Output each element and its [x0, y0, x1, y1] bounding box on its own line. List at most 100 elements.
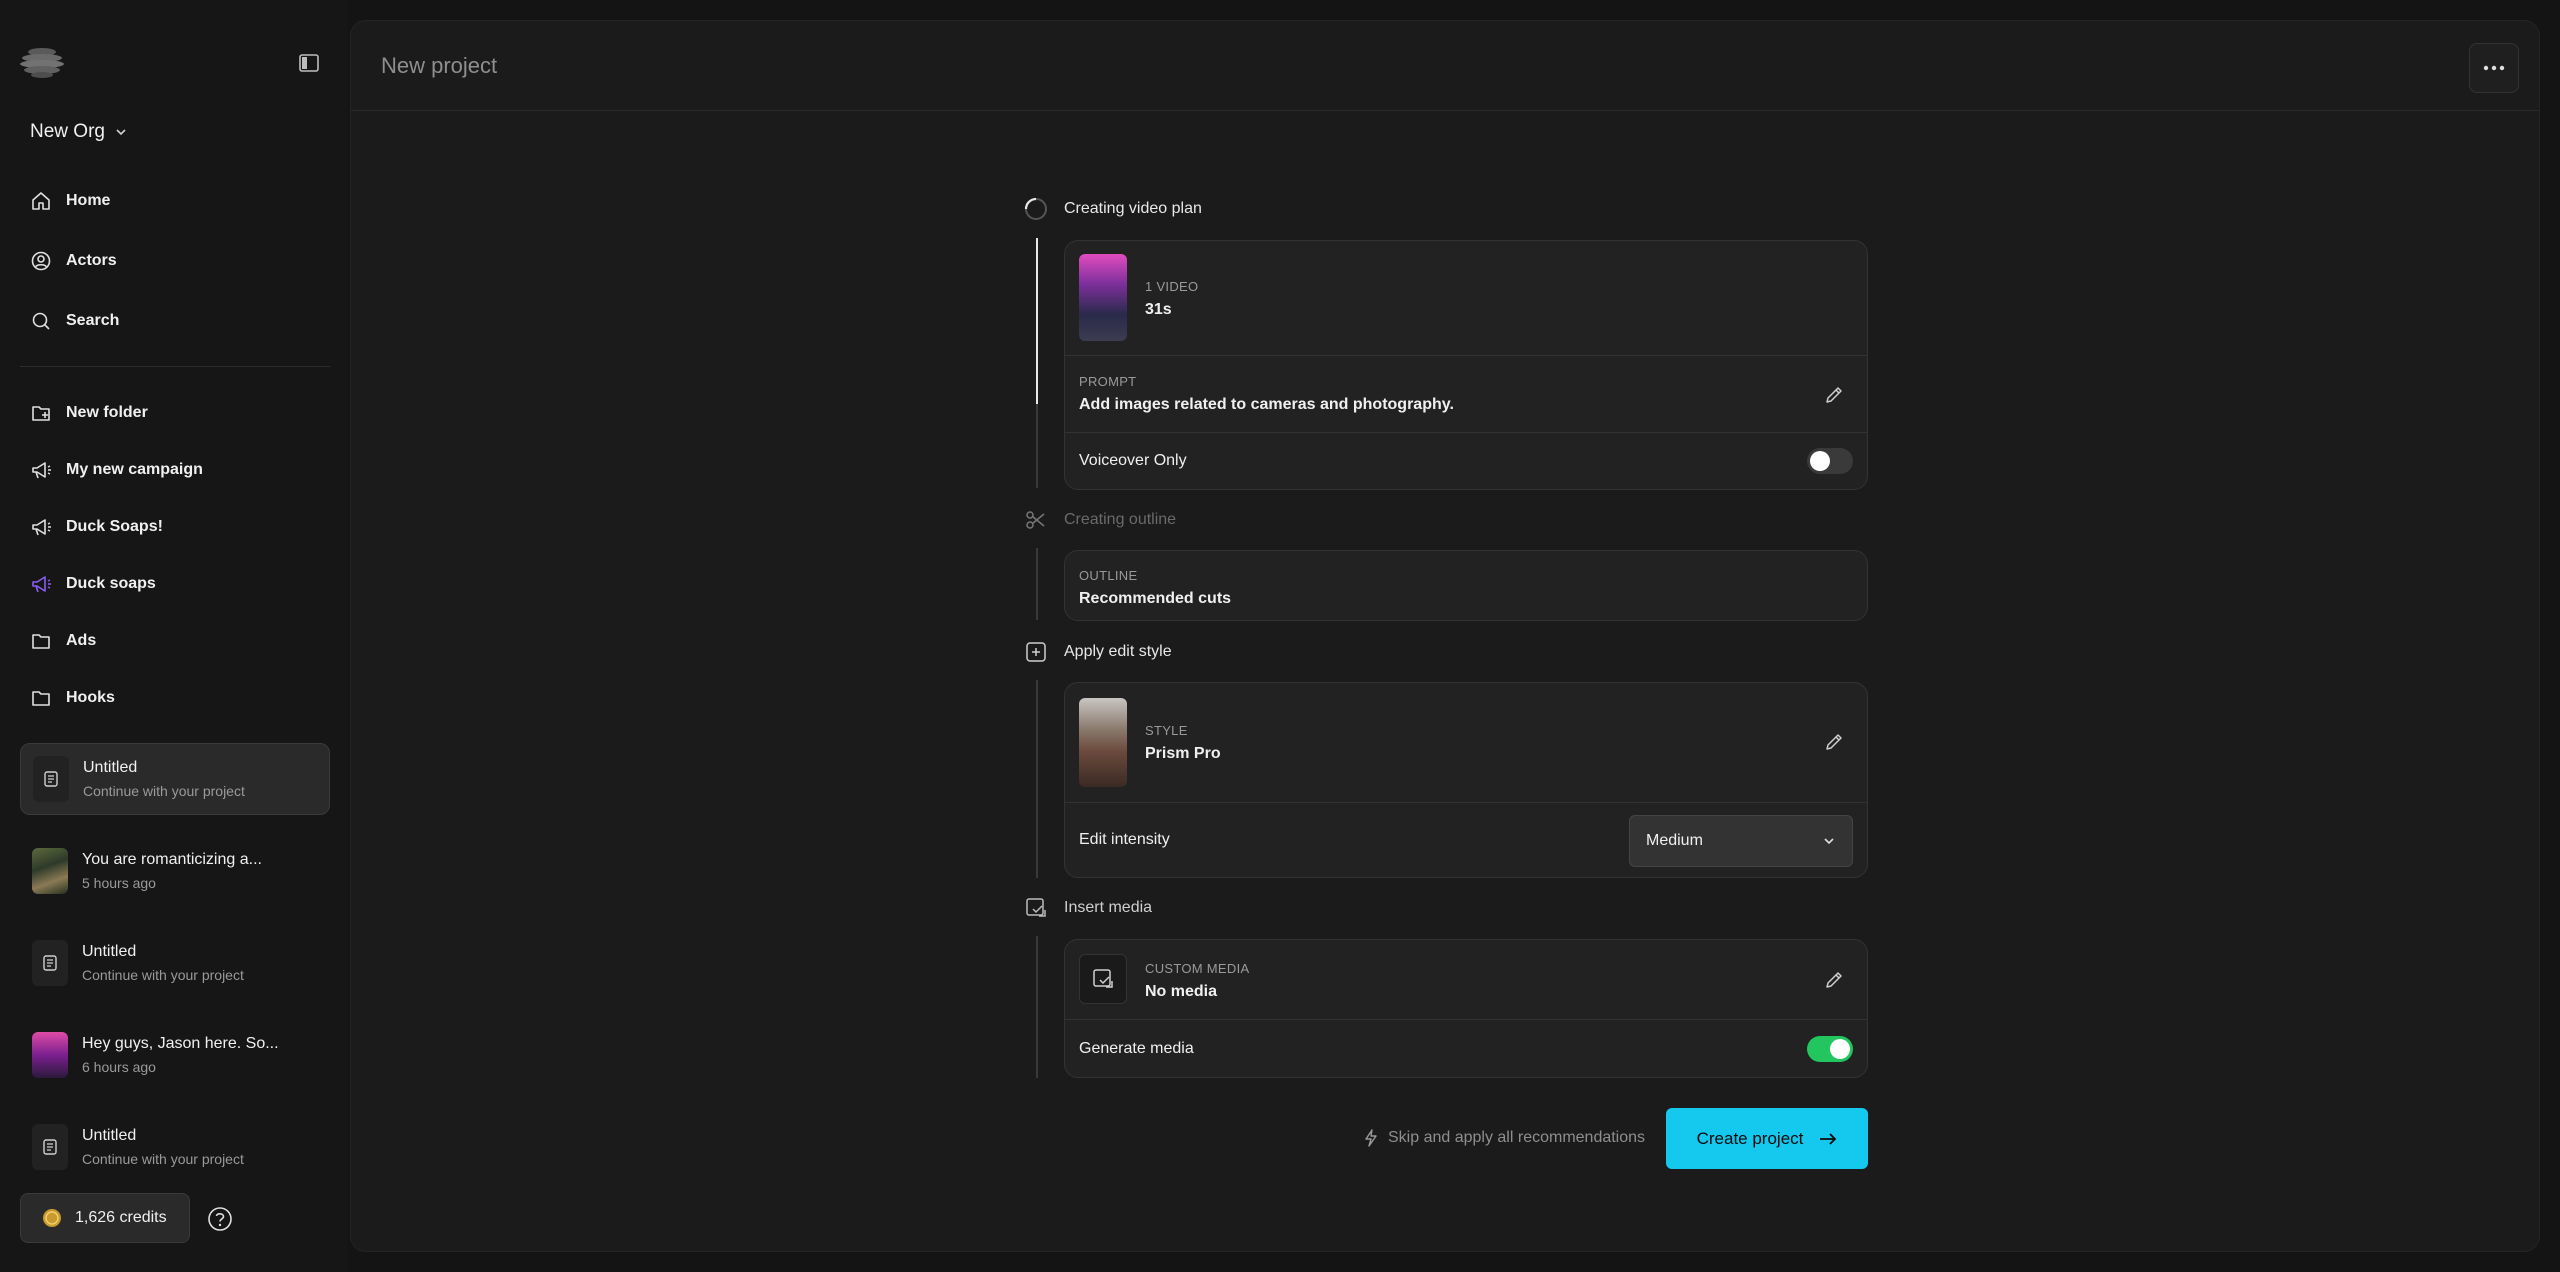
scissors-icon [1026, 511, 1045, 529]
project-subtitle: Continue with your project [82, 967, 244, 983]
project-thumbnail [33, 756, 69, 802]
style-thumbnail[interactable] [1079, 698, 1127, 787]
step-progress [1036, 238, 1038, 404]
project-title: Hey guys, Jason here. So... [82, 1035, 279, 1052]
document-icon [44, 771, 58, 787]
project-title: Untitled [82, 943, 137, 960]
video-count: 1 VIDEO [1145, 279, 1199, 294]
sidebar: New Org Home Actors Search New folder My… [0, 0, 348, 1272]
megaphone-icon [32, 519, 51, 536]
media-icon [1026, 898, 1046, 917]
style-caption: STYLE [1145, 723, 1188, 738]
more-horizontal-icon [2483, 65, 2505, 71]
generate-media-row: Generate media [1065, 1020, 1867, 1077]
prompt-text: Add images related to cameras and photog… [1079, 396, 1454, 413]
folder-duck-soaps[interactable]: Duck soaps [20, 564, 330, 604]
voiceover-label: Voiceover Only [1079, 452, 1187, 469]
folder-label: Duck Soaps! [66, 518, 163, 535]
folder-label: Hooks [66, 689, 115, 706]
header: New project [351, 21, 2539, 111]
nav-label: Home [66, 192, 111, 209]
nav-search[interactable]: Search [20, 301, 330, 341]
credits-button[interactable]: 1,626 credits [20, 1193, 190, 1243]
insert-media-card: CUSTOM MEDIA No media Generate media [1064, 939, 1868, 1078]
create-project-button[interactable]: Create project [1666, 1108, 1868, 1169]
logo-icon[interactable] [18, 44, 66, 80]
generate-media-toggle[interactable] [1807, 1036, 1853, 1062]
intensity-value: Medium [1646, 832, 1703, 849]
step-connector [1036, 548, 1038, 620]
chevron-down-icon [116, 129, 126, 136]
org-name: New Org [30, 121, 105, 142]
folder-plus-icon [32, 406, 50, 421]
generate-media-label: Generate media [1079, 1040, 1194, 1057]
pencil-icon[interactable] [1823, 731, 1845, 753]
sidebar-toggle-icon[interactable] [298, 52, 320, 74]
help-button[interactable] [200, 1200, 240, 1238]
media-value: No media [1145, 983, 1218, 1000]
outline-row[interactable]: OUTLINE Recommended cuts [1065, 551, 1867, 620]
user-circle-icon [31, 251, 51, 271]
voiceover-toggle[interactable] [1807, 448, 1853, 474]
project-item[interactable]: You are romanticizing a... 5 hours ago [20, 835, 330, 907]
custom-media-row[interactable]: CUSTOM MEDIA No media [1065, 940, 1867, 1020]
project-item[interactable]: Hey guys, Jason here. So... 6 hours ago [20, 1019, 330, 1091]
home-icon [32, 192, 50, 210]
project-item[interactable]: Untitled Continue with your project [20, 1111, 330, 1183]
outline-caption: OUTLINE [1079, 568, 1138, 583]
folder-label: Duck soaps [66, 575, 156, 592]
project-thumbnail [32, 1124, 68, 1170]
folder-duck-soaps-excl[interactable]: Duck Soaps! [20, 507, 330, 547]
project-thumbnail [32, 848, 68, 894]
step-connector [1036, 936, 1038, 1078]
prompt-row[interactable]: PROMPT Add images related to cameras and… [1065, 356, 1867, 433]
folder-icon [32, 634, 50, 649]
folder-label: My new campaign [66, 461, 203, 478]
intensity-select[interactable]: Medium [1629, 815, 1853, 867]
help-icon [208, 1207, 232, 1231]
folder-icon [32, 691, 50, 706]
video-thumbnail[interactable] [1079, 254, 1127, 341]
project-item[interactable]: Untitled Continue with your project [20, 743, 330, 815]
project-title: Untitled [83, 759, 138, 776]
page-title: New project [381, 53, 498, 78]
folder-new-folder[interactable]: New folder [20, 393, 330, 433]
style-value: Prism Pro [1145, 745, 1221, 762]
more-options-button[interactable] [2469, 43, 2519, 93]
pencil-icon[interactable] [1823, 969, 1845, 991]
project-thumbnail [32, 1032, 68, 1078]
skip-recommendations-link[interactable]: Skip and apply all recommendations [1364, 1128, 1645, 1148]
intensity-label: Edit intensity [1079, 831, 1170, 848]
nav-label: Actors [66, 252, 117, 269]
video-duration: 31s [1145, 301, 1172, 318]
folder-hooks[interactable]: Hooks [20, 678, 330, 718]
video-plan-card: 1 VIDEO 31s PROMPT Add images related to… [1064, 240, 1868, 490]
prompt-caption: PROMPT [1079, 374, 1137, 389]
org-switcher[interactable]: New Org [30, 118, 127, 146]
folder-ads[interactable]: Ads [20, 621, 330, 661]
folder-my-new-campaign[interactable]: My new campaign [20, 450, 330, 490]
nav-actors[interactable]: Actors [20, 241, 330, 281]
intensity-row: Edit intensity Medium [1065, 803, 1867, 877]
project-title: You are romanticizing a... [82, 851, 262, 868]
arrow-right-icon [1820, 1132, 1837, 1145]
step-label-plan: Creating video plan [1064, 200, 1202, 217]
project-item[interactable]: Untitled Continue with your project [20, 927, 330, 999]
megaphone-icon [32, 462, 51, 479]
project-subtitle: 5 hours ago [82, 875, 156, 891]
document-icon [43, 1139, 57, 1155]
media-caption: CUSTOM MEDIA [1145, 961, 1250, 976]
project-subtitle: Continue with your project [82, 1151, 244, 1167]
style-row[interactable]: STYLE Prism Pro [1065, 683, 1867, 803]
pencil-icon[interactable] [1823, 384, 1845, 406]
step-label-style: Apply edit style [1064, 643, 1172, 660]
search-icon [32, 312, 50, 330]
project-thumbnail [32, 940, 68, 986]
nav-home[interactable]: Home [20, 181, 330, 221]
media-icon [1093, 969, 1113, 988]
megaphone-icon [32, 576, 51, 593]
step-connector [1036, 680, 1038, 878]
outline-value: Recommended cuts [1079, 590, 1232, 607]
folder-label: Ads [66, 632, 97, 649]
step-label-outline: Creating outline [1064, 511, 1177, 528]
